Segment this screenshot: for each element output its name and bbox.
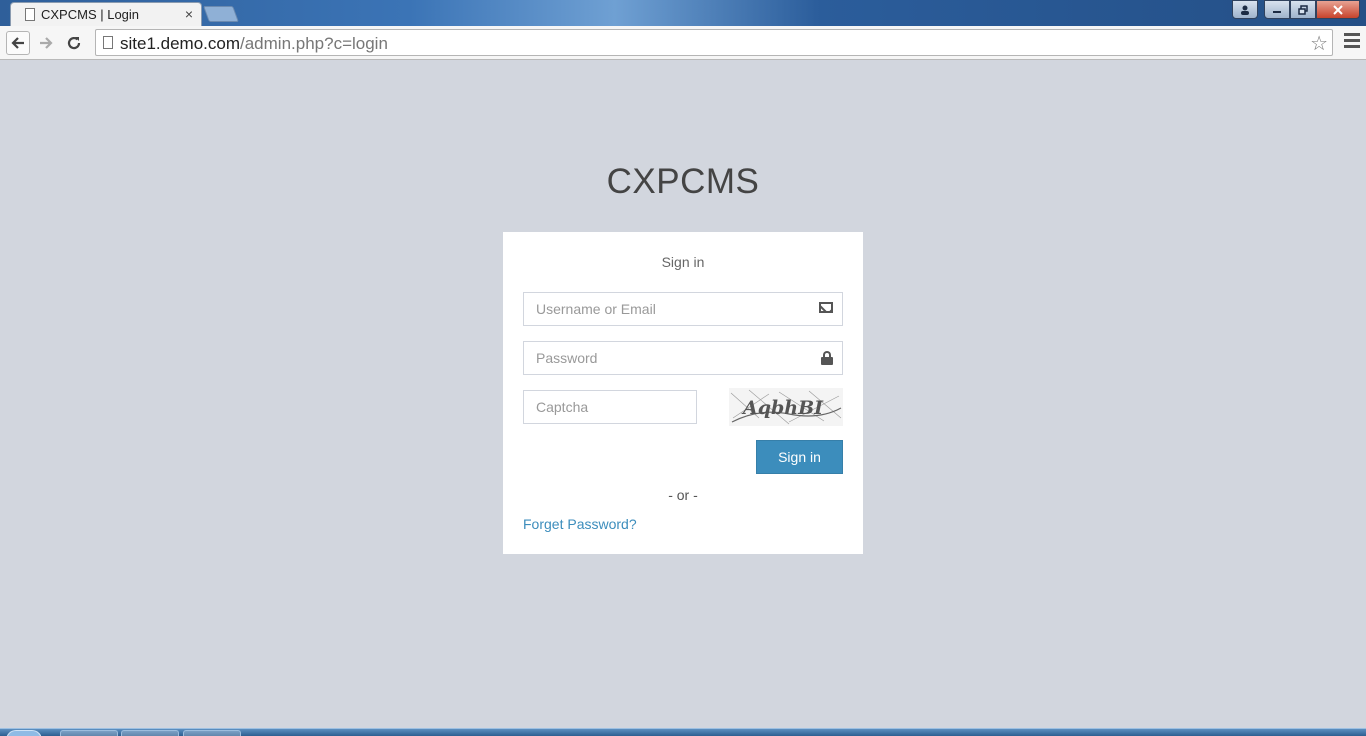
tab-title: CXPCMS | Login (41, 7, 140, 22)
reload-button[interactable] (62, 31, 86, 55)
hamburger-icon[interactable] (1344, 33, 1360, 51)
taskbar-app-button[interactable] (183, 730, 241, 736)
tab-close-icon[interactable]: × (185, 6, 193, 22)
browser-tab[interactable]: CXPCMS | Login × (10, 2, 202, 26)
window-controls (1232, 0, 1360, 19)
login-message: Sign in (661, 254, 705, 270)
forgot-password-link[interactable]: Forget Password? (523, 516, 637, 532)
page-title: CXPCMS (606, 162, 760, 201)
new-tab-button[interactable] (203, 6, 239, 22)
os-taskbar (0, 728, 1366, 736)
browser-titlebar: CXPCMS | Login × (0, 0, 1366, 26)
signin-button[interactable]: Sign in (756, 440, 843, 474)
reload-icon (67, 36, 81, 50)
user-profile-button[interactable] (1232, 0, 1258, 19)
taskbar-app-button[interactable] (60, 730, 118, 736)
address-bar[interactable]: site1.demo.com/admin.php?c=login ☆ (95, 29, 1333, 56)
arrow-right-icon (40, 37, 53, 49)
restore-icon (1298, 4, 1308, 15)
password-input[interactable] (524, 342, 842, 374)
page-icon (25, 8, 35, 21)
browser-toolbar: site1.demo.com/admin.php?c=login ☆ (0, 26, 1366, 60)
minimize-button[interactable] (1264, 0, 1290, 19)
star-icon[interactable]: ☆ (1310, 31, 1328, 56)
arrow-left-icon (11, 37, 24, 49)
page-icon (103, 36, 113, 49)
lock-icon (821, 351, 833, 365)
maximize-button[interactable] (1290, 0, 1316, 19)
envelope-icon (819, 302, 833, 313)
login-box: Sign in AqbhBI Sign in - or - Forget Pas… (503, 232, 863, 554)
username-field (523, 292, 843, 326)
username-input[interactable] (524, 293, 842, 325)
taskbar-app-button[interactable] (121, 730, 179, 736)
captcha-text: AqbhBI (741, 397, 824, 419)
user-icon (1241, 5, 1249, 15)
captcha-field (523, 390, 697, 424)
or-separator: - or - (668, 487, 698, 503)
minimize-icon (1273, 10, 1281, 13)
password-field (523, 341, 843, 375)
url-text[interactable]: site1.demo.com/admin.php?c=login (120, 34, 388, 54)
close-icon (1333, 4, 1343, 15)
url-path: /admin.php?c=login (240, 34, 388, 53)
forward-button[interactable] (34, 31, 58, 55)
back-button[interactable] (6, 31, 30, 55)
url-host: site1.demo.com (120, 34, 240, 53)
close-window-button[interactable] (1316, 0, 1360, 19)
captcha-input[interactable] (524, 391, 696, 423)
captcha-image[interactable]: AqbhBI (729, 388, 843, 426)
start-button[interactable] (6, 730, 42, 736)
